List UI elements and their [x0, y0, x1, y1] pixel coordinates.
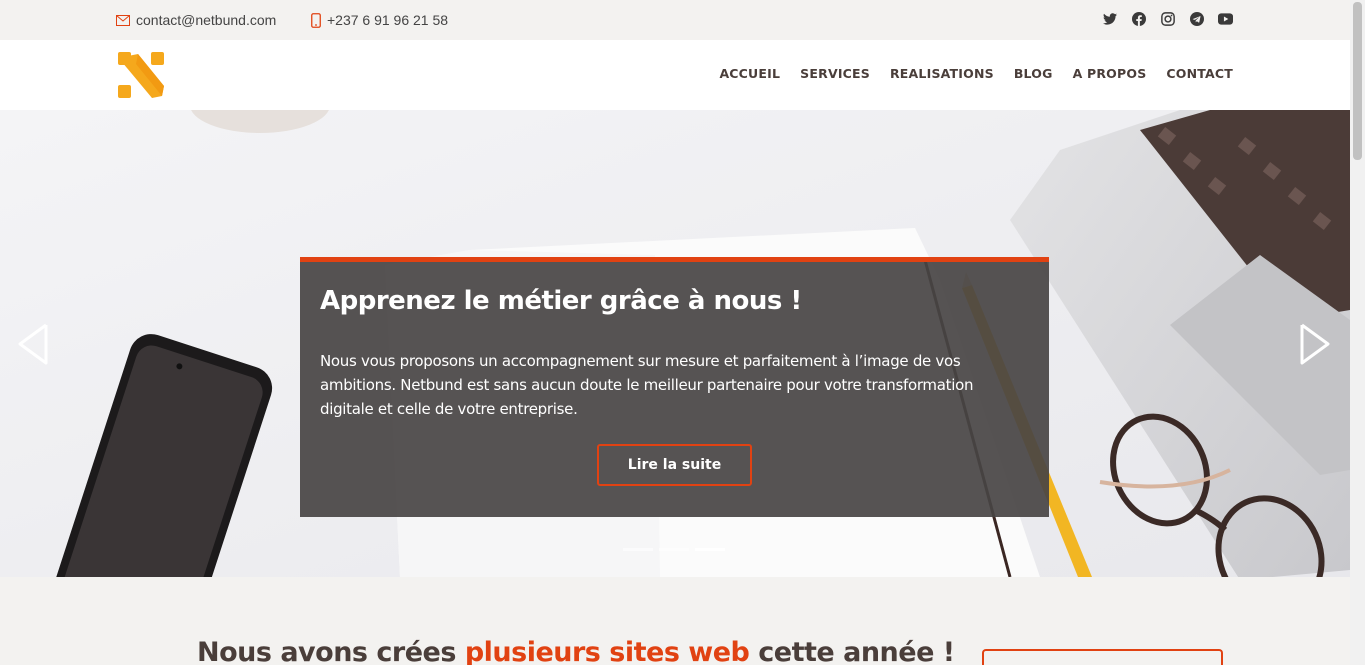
- carousel-indicator-3[interactable]: [695, 548, 725, 551]
- nav-accueil[interactable]: ACCUEIL: [719, 66, 780, 81]
- section-heading-accent: plusieurs sites web: [464, 637, 750, 665]
- page-scrollbar[interactable]: [1350, 0, 1365, 665]
- nav-a-propos[interactable]: A PROPOS: [1073, 66, 1147, 81]
- carousel-indicator-2[interactable]: [659, 548, 689, 551]
- carousel-indicators: [623, 548, 725, 551]
- main-navbar: ACCUEIL SERVICES REALISATIONS BLOG A PRO…: [0, 40, 1350, 110]
- hero-carousel: Apprenez le métier grâce à nous ! Nous v…: [0, 110, 1350, 577]
- hero-description: Nous vous proposons un accompagnement su…: [320, 352, 974, 418]
- carousel-indicator-1[interactable]: [623, 548, 653, 551]
- section-outline-button[interactable]: [982, 649, 1223, 665]
- section-heading-end: cette année !: [749, 637, 955, 665]
- telegram-icon[interactable]: [1189, 11, 1204, 26]
- hero-caption-box: Apprenez le métier grâce à nous ! Nous v…: [300, 257, 1049, 517]
- contact-email[interactable]: contact@netbund.com: [116, 11, 276, 29]
- nav-realisations[interactable]: REALISATIONS: [890, 66, 994, 81]
- contact-phone[interactable]: +237 6 91 96 21 58: [311, 11, 448, 29]
- mail-icon: [116, 14, 130, 26]
- read-more-button[interactable]: Lire la suite: [597, 444, 752, 486]
- contact-email-text: contact@netbund.com: [136, 12, 277, 28]
- top-bar: contact@netbund.com +237 6 91 96 21 58: [0, 0, 1350, 40]
- section-heading: Nous avons crées plusieurs sites web cet…: [197, 637, 955, 665]
- nav-services[interactable]: SERVICES: [800, 66, 870, 81]
- main-menu: ACCUEIL SERVICES REALISATIONS BLOG A PRO…: [719, 66, 1233, 81]
- instagram-icon[interactable]: [1160, 11, 1175, 26]
- twitter-icon[interactable]: [1102, 11, 1117, 26]
- youtube-icon[interactable]: [1218, 11, 1233, 26]
- scrollbar-thumb[interactable]: [1353, 2, 1362, 160]
- social-links: [1102, 11, 1233, 26]
- nav-contact[interactable]: CONTACT: [1166, 66, 1233, 81]
- netbund-logo[interactable]: [116, 50, 166, 100]
- carousel-next-arrow[interactable]: [1298, 322, 1332, 366]
- contact-phone-text: +237 6 91 96 21 58: [327, 12, 449, 28]
- hero-title: Apprenez le métier grâce à nous !: [320, 286, 802, 316]
- facebook-icon[interactable]: [1131, 11, 1146, 26]
- phone-icon: [311, 12, 321, 28]
- stats-section: Nous avons crées plusieurs sites web cet…: [0, 577, 1350, 665]
- carousel-prev-arrow[interactable]: [16, 322, 50, 366]
- nav-blog[interactable]: BLOG: [1014, 66, 1053, 81]
- section-heading-start: Nous avons crées: [197, 637, 465, 665]
